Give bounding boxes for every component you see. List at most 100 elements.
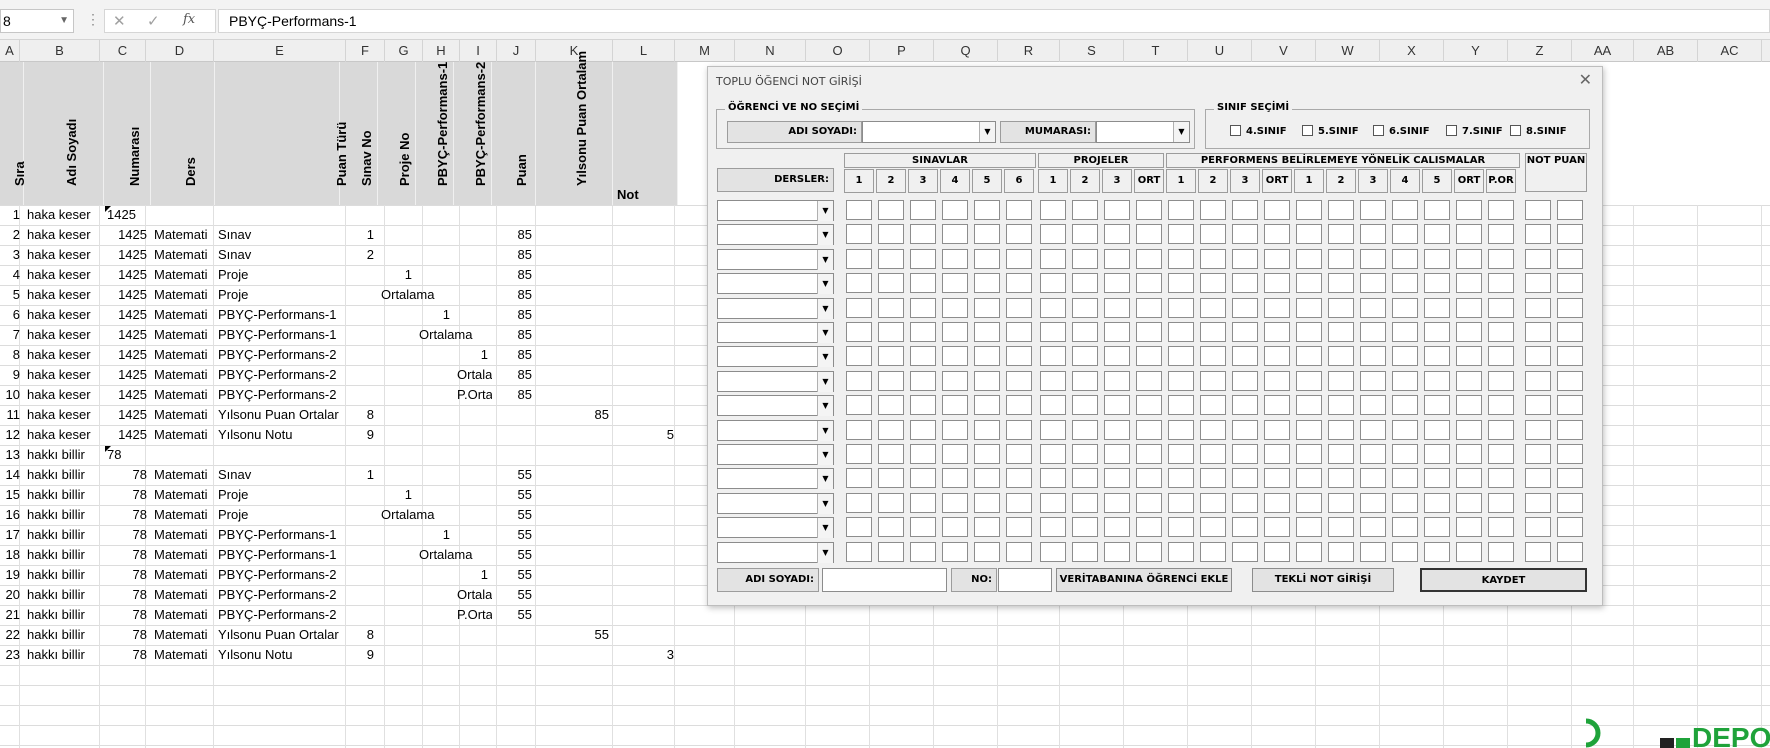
- grade-textbox[interactable]: [1006, 200, 1032, 220]
- cell-c[interactable]: 78: [104, 465, 151, 485]
- grade-textbox[interactable]: [1392, 346, 1418, 367]
- cell-g[interactable]: [378, 385, 416, 405]
- cell-a[interactable]: 19: [0, 565, 24, 585]
- cell-k[interactable]: [536, 365, 613, 385]
- grade-textbox[interactable]: [942, 444, 968, 464]
- cell-f[interactable]: 8: [340, 625, 378, 645]
- grade-textbox[interactable]: [1232, 297, 1258, 318]
- grade-textbox[interactable]: [1525, 224, 1551, 245]
- grade-textbox[interactable]: [1072, 444, 1098, 464]
- column-header-ab[interactable]: AB: [1634, 40, 1698, 62]
- cell-d[interactable]: Matemati: [151, 405, 215, 425]
- grade-textbox[interactable]: [1488, 248, 1514, 269]
- grade-textbox[interactable]: [1424, 322, 1450, 342]
- grade-textbox[interactable]: [878, 419, 904, 440]
- ders-combobox[interactable]: ▼: [717, 297, 834, 319]
- cell-i[interactable]: 1: [454, 565, 492, 585]
- grade-textbox[interactable]: [1456, 517, 1482, 538]
- column-header-g[interactable]: G: [385, 40, 423, 62]
- cell-f[interactable]: [340, 505, 378, 525]
- grade-textbox[interactable]: [878, 322, 904, 342]
- grade-textbox[interactable]: [1072, 541, 1098, 562]
- cell-d[interactable]: Matemati: [151, 605, 215, 625]
- grade-textbox[interactable]: [942, 273, 968, 294]
- grade-textbox[interactable]: [1264, 370, 1290, 391]
- grade-textbox[interactable]: [1392, 541, 1418, 562]
- cell-a[interactable]: 18: [0, 545, 24, 565]
- cell-h[interactable]: [416, 285, 454, 305]
- grade-textbox[interactable]: [1328, 322, 1354, 342]
- cell-l[interactable]: [613, 225, 678, 245]
- grade-textbox[interactable]: [846, 492, 872, 513]
- cell-j[interactable]: 55: [492, 505, 536, 525]
- grade-textbox[interactable]: [1040, 346, 1066, 367]
- cell-g[interactable]: 1: [378, 265, 416, 285]
- cell-f[interactable]: 9: [340, 645, 378, 665]
- cell-g[interactable]: Ortalama: [378, 505, 434, 525]
- cell-e[interactable]: Sınav: [215, 465, 340, 485]
- grade-textbox[interactable]: [1006, 395, 1032, 416]
- grade-textbox[interactable]: [1525, 297, 1551, 318]
- ders-combobox[interactable]: ▼: [717, 468, 834, 490]
- cell-g[interactable]: Ortalama: [378, 285, 434, 305]
- column-header-l[interactable]: L: [613, 40, 675, 62]
- cell-l[interactable]: [613, 465, 678, 485]
- column-header-s[interactable]: S: [1060, 40, 1124, 62]
- grade-textbox[interactable]: [1040, 297, 1066, 318]
- grade-textbox[interactable]: [1040, 370, 1066, 391]
- class-checkbox-8[interactable]: 8.SINIF: [1510, 125, 1567, 137]
- grade-textbox[interactable]: [1456, 322, 1482, 342]
- single-entry-button[interactable]: TEKLİ NOT GİRİŞİ: [1252, 568, 1394, 592]
- cell-b[interactable]: haka keser: [24, 265, 104, 285]
- grade-textbox[interactable]: [1104, 492, 1130, 513]
- grade-textbox[interactable]: [1392, 444, 1418, 464]
- cell-d[interactable]: Matemati: [151, 325, 215, 345]
- cell-d[interactable]: Matemati: [151, 265, 215, 285]
- cell-d[interactable]: [151, 445, 215, 465]
- cell-k[interactable]: 55: [536, 625, 613, 645]
- grade-textbox[interactable]: [1557, 541, 1583, 562]
- column-header-n[interactable]: N: [735, 40, 806, 62]
- grade-textbox[interactable]: [1392, 517, 1418, 538]
- grade-textbox[interactable]: [1296, 419, 1322, 440]
- grade-textbox[interactable]: [1456, 297, 1482, 318]
- grade-textbox[interactable]: [1424, 468, 1450, 489]
- cell-l[interactable]: [613, 565, 678, 585]
- grade-textbox[interactable]: [974, 419, 1000, 440]
- grade-textbox[interactable]: [1136, 395, 1162, 416]
- grade-textbox[interactable]: [846, 541, 872, 562]
- chevron-down-icon[interactable]: ▼: [817, 420, 833, 441]
- cell-a[interactable]: 9: [0, 365, 24, 385]
- cell-k[interactable]: [536, 465, 613, 485]
- grade-textbox[interactable]: [1168, 200, 1194, 220]
- cell-e[interactable]: PBYÇ-Performans-1: [215, 305, 340, 325]
- grade-textbox[interactable]: [1264, 517, 1290, 538]
- grade-textbox[interactable]: [1006, 419, 1032, 440]
- grade-textbox[interactable]: [1264, 492, 1290, 513]
- cell-j[interactable]: 55: [492, 605, 536, 625]
- grade-textbox[interactable]: [1525, 444, 1551, 464]
- cell-h[interactable]: [416, 385, 454, 405]
- grade-textbox[interactable]: [1264, 273, 1290, 294]
- cell-j[interactable]: 85: [492, 245, 536, 265]
- cell-i[interactable]: [454, 225, 492, 245]
- cell-c[interactable]: 78: [104, 505, 151, 525]
- chevron-down-icon[interactable]: ▼: [817, 445, 833, 465]
- grade-textbox[interactable]: [1168, 419, 1194, 440]
- cell-k[interactable]: [536, 525, 613, 545]
- cell-b[interactable]: hakkı billir: [24, 505, 104, 525]
- grade-textbox[interactable]: [1072, 200, 1098, 220]
- grade-textbox[interactable]: [1525, 395, 1551, 416]
- grade-textbox[interactable]: [1360, 248, 1386, 269]
- cell-a[interactable]: 12: [0, 425, 24, 445]
- grade-textbox[interactable]: [1072, 346, 1098, 367]
- grade-textbox[interactable]: [1232, 444, 1258, 464]
- grade-textbox[interactable]: [846, 322, 872, 342]
- grade-textbox[interactable]: [1200, 273, 1226, 294]
- grade-textbox[interactable]: [1296, 517, 1322, 538]
- chevron-down-icon[interactable]: ▼: [817, 249, 833, 270]
- grade-textbox[interactable]: [910, 492, 936, 513]
- grade-textbox[interactable]: [1168, 248, 1194, 269]
- grade-textbox[interactable]: [1296, 468, 1322, 489]
- class-checkbox-6[interactable]: 6.SINIF: [1373, 125, 1430, 137]
